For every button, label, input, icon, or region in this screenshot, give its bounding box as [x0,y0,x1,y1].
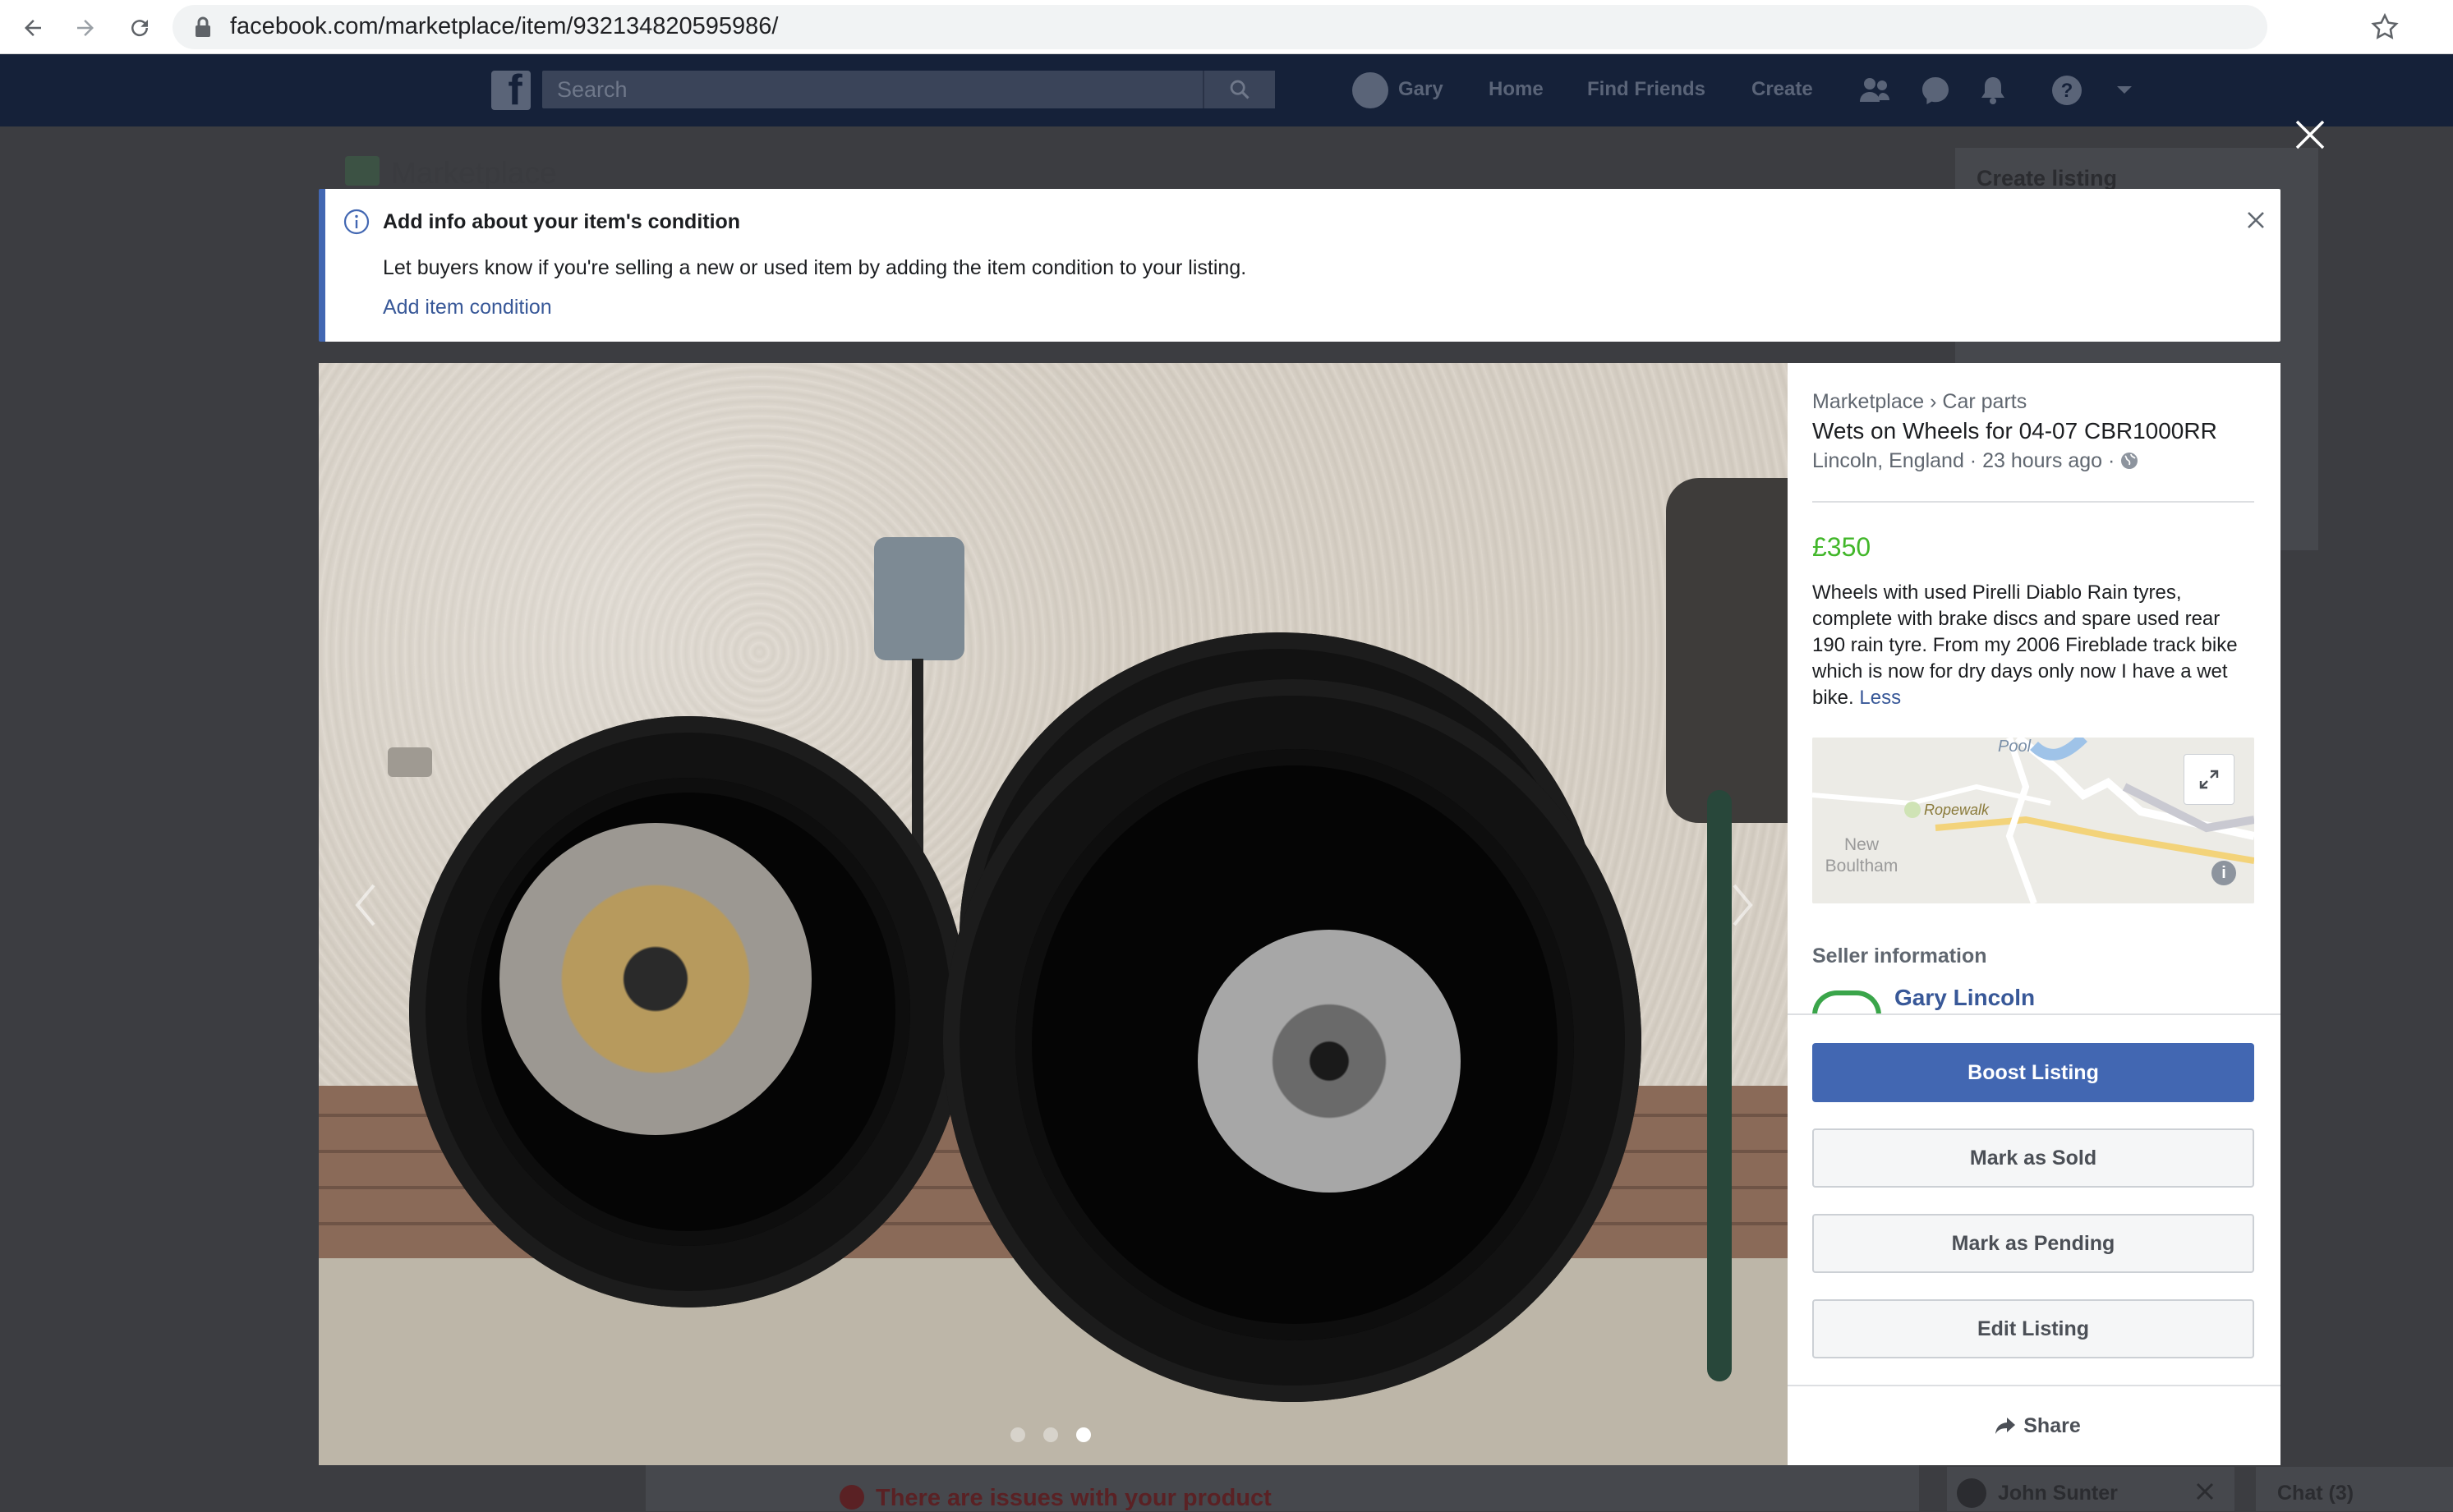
close-icon [2295,120,2325,149]
previous-photo-button[interactable] [340,872,389,938]
back-arrow-icon[interactable] [16,11,49,44]
bookmark-star-icon[interactable] [2369,11,2400,43]
listing-description-block: Wheels with used Pirelli Diablo Rain tyr… [1812,580,2256,711]
banner-close-button[interactable] [2241,205,2271,235]
find-friends-link[interactable]: Find Friends [1587,76,1705,103]
lock-icon [194,16,212,38]
facebook-logo-icon[interactable]: f [491,71,531,110]
chevron-right-icon [1733,884,1753,926]
mark-as-pending-button[interactable]: Mark as Pending [1812,1214,2254,1273]
forward-arrow-icon[interactable] [69,11,102,44]
actions-divider [1788,1013,2280,1015]
chat-label: Chat (3) [2277,1482,2354,1505]
chat-contact-name: John Sunter [1998,1482,2118,1505]
boost-listing-button[interactable]: Boost Listing [1812,1043,2254,1102]
avatar [1957,1478,1986,1508]
photo-dot-1[interactable] [1010,1427,1025,1442]
home-link[interactable]: Home [1489,76,1544,103]
profile-link[interactable]: Gary [1398,76,1443,103]
photo-dot-3-active[interactable] [1076,1427,1091,1442]
map-label-area: New Boultham [1825,835,1898,875]
close-icon [2248,212,2264,228]
chevron-left-icon [355,884,375,926]
add-item-condition-link[interactable]: Add item condition [383,294,552,320]
notifications-bell-icon[interactable] [1977,74,2009,107]
help-icon[interactable]: ? [2050,74,2083,107]
background-marketplace-title: Marketplace [391,156,557,190]
photo-rear-disc [1198,930,1461,1193]
photo-front-disc [499,823,812,1135]
share-button[interactable]: Share [1972,1409,2103,1442]
divider [1812,501,2254,503]
photo-hose-reel [1666,478,1788,823]
listing-meta: Lincoln, England · 23 hours ago · [1812,448,2139,473]
expand-map-button[interactable] [2184,754,2234,805]
listing-location-time: Lincoln, England · 23 hours ago · [1812,449,2115,472]
map-info-icon[interactable]: i [2211,861,2236,885]
create-link[interactable]: Create [1751,76,1813,103]
map-label-ropewalk: Ropewalk [1924,802,1990,818]
breadcrumb-marketplace[interactable]: Marketplace [1812,390,1924,413]
url-text: facebook.com/marketplace/item/9321348205… [230,13,779,39]
background-bottom-card [646,1462,1919,1511]
search-icon [1230,80,1250,99]
map-label-pool: Pool [1998,738,2032,756]
breadcrumb: Marketplace › Car parts [1812,389,2027,414]
svg-text:?: ? [2061,80,2073,102]
reload-icon[interactable] [123,11,156,44]
background-issues-text: There are issues with your product [876,1485,1272,1511]
marketplace-store-icon [345,156,380,186]
close-viewer-button[interactable] [2289,113,2331,156]
less-link[interactable]: Less [1859,687,1901,709]
listing-photo[interactable] [319,363,1788,1465]
close-icon[interactable] [2195,1482,2215,1501]
photo-socket [874,537,964,660]
breadcrumb-car-parts[interactable]: Car parts [1942,390,2027,413]
edit-listing-button[interactable]: Edit Listing [1812,1299,2254,1358]
share-label: Share [2023,1413,2081,1437]
listing-price: £350 [1812,532,1871,562]
seller-heading: Seller information [1812,944,1987,967]
search-button[interactable] [1203,71,1275,108]
photo-vent [388,747,432,777]
avatar[interactable] [1352,72,1388,108]
seller-name-link[interactable]: Gary Lincoln [1894,984,2035,1012]
share-arrow-icon [1995,1418,2016,1434]
error-icon [840,1485,864,1510]
next-photo-button[interactable] [1719,872,1768,938]
info-icon [343,209,370,235]
messenger-icon[interactable] [1919,74,1952,107]
account-menu-chevron-down-icon[interactable] [2108,74,2141,107]
listing-title: Wets on Wheels for 04-07 CBR1000RR [1812,418,2217,443]
banner-title: Add info about your item's condition [383,210,741,233]
search-placeholder: Search [557,77,628,102]
photo-dot-2[interactable] [1043,1427,1058,1442]
globe-icon [2121,453,2138,469]
search-input[interactable] [542,71,1275,108]
mark-as-sold-button[interactable]: Mark as Sold [1812,1128,2254,1188]
breadcrumb-separator: › [1930,390,1937,413]
banner-text: Let buyers know if you're selling a new … [383,256,1247,279]
background-create-listing: Create listing [1977,166,2118,191]
share-divider [1788,1385,2280,1386]
expand-icon [2199,770,2219,789]
friend-requests-icon[interactable] [1858,74,1891,107]
